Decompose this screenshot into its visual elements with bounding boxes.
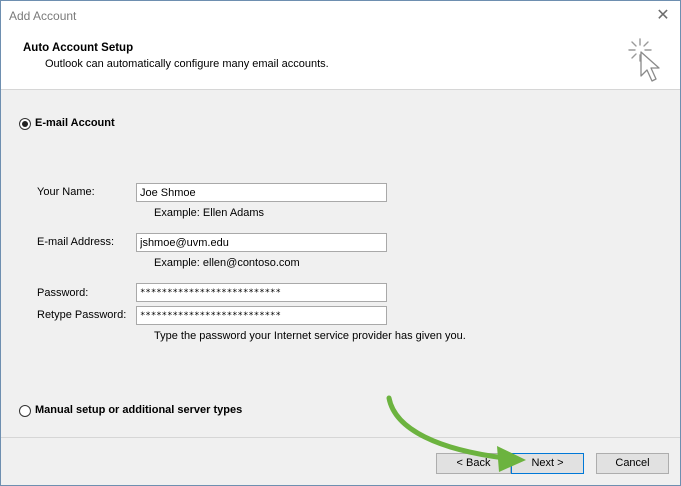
email-address-field[interactable]	[136, 233, 387, 252]
your-name-label: Your Name:	[37, 186, 95, 198]
back-button[interactable]: < Back	[436, 453, 511, 474]
window-title: Add Account	[9, 9, 77, 23]
retype-password-label: Retype Password:	[37, 309, 127, 321]
email-address-hint: Example: ellen@contoso.com	[154, 257, 300, 269]
cancel-button[interactable]: Cancel	[596, 453, 669, 474]
your-name-field[interactable]	[136, 183, 387, 202]
email-account-radio[interactable]	[19, 118, 31, 130]
close-icon[interactable]: ✕	[654, 7, 672, 25]
next-button[interactable]: Next >	[511, 453, 584, 474]
email-address-label: E-mail Address:	[37, 236, 115, 248]
add-account-dialog: Add Account ✕ Auto Account Setup Outlook…	[0, 0, 681, 486]
email-account-label[interactable]: E-mail Account	[35, 117, 115, 129]
password-label: Password:	[37, 287, 89, 299]
manual-setup-label[interactable]: Manual setup or additional server types	[35, 404, 242, 416]
your-name-hint: Example: Ellen Adams	[154, 207, 265, 219]
header-title: Auto Account Setup	[23, 42, 134, 54]
title-bar: Add Account ✕	[1, 1, 680, 31]
password-field[interactable]	[136, 283, 387, 302]
header-subtitle: Outlook can automatically configure many…	[45, 58, 329, 70]
wizard-header: Auto Account Setup Outlook can automatic…	[1, 31, 680, 90]
password-hint: Type the password your Internet service …	[154, 330, 466, 342]
retype-password-field[interactable]	[136, 306, 387, 325]
manual-setup-radio[interactable]	[19, 405, 31, 417]
wizard-cursor-icon	[628, 38, 660, 82]
footer-divider	[1, 437, 680, 438]
